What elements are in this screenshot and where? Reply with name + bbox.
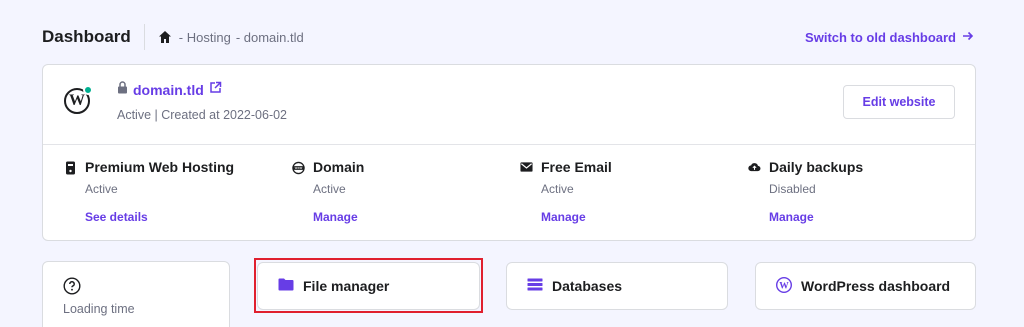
manage-backups-link[interactable]: Manage (769, 210, 814, 224)
loading-time-card: Loading time (42, 261, 230, 327)
breadcrumb: - Hosting - domain.tld (158, 30, 304, 45)
service-title: Domain (313, 159, 365, 175)
service-status: Active (541, 182, 574, 196)
breadcrumb-domain[interactable]: - domain.tld (236, 30, 304, 45)
service-title: Free Email (541, 159, 612, 175)
page-title: Dashboard (42, 27, 131, 46)
cloud-upload-icon (748, 161, 761, 174)
database-icon (527, 278, 543, 294)
switch-link-label: Switch to old dashboard (805, 30, 956, 45)
wordpress-dashboard-tile[interactable]: W WordPress dashboard (755, 262, 976, 310)
site-row: W domain.tld Active | Created at 2022-06… (43, 65, 975, 145)
online-status-dot (83, 85, 93, 95)
manage-email-link[interactable]: Manage (541, 210, 586, 224)
lock-icon (117, 81, 128, 99)
wordpress-icon: W (775, 276, 793, 296)
service-status: Active (313, 182, 346, 196)
see-details-link[interactable]: See details (85, 210, 148, 224)
service-domain: www Domain Active Manage (292, 159, 512, 239)
service-title: Premium Web Hosting (85, 159, 235, 175)
server-icon (64, 161, 77, 174)
wordpress-dashboard-label: WordPress dashboard (801, 278, 951, 294)
file-manager-highlight-box (254, 258, 483, 313)
services-row: Premium Web Hosting Active See details w… (43, 145, 975, 241)
service-title: Daily backups (769, 159, 864, 175)
service-status: Disabled (769, 182, 816, 196)
service-head: Premium Web Hosting (64, 159, 284, 175)
databases-label: Databases (552, 278, 623, 294)
help-icon[interactable] (63, 277, 81, 295)
service-head: Daily backups (748, 159, 968, 175)
website-card: W domain.tld Active | Created at 2022-06… (42, 64, 976, 241)
page-header: Dashboard - Hosting - domain.tld Switch … (42, 20, 974, 54)
site-meta: Active | Created at 2022-06-02 (117, 108, 288, 122)
service-free-email: Free Email Active Manage (520, 159, 740, 239)
svg-text:W: W (779, 281, 789, 291)
home-icon[interactable] (158, 30, 172, 44)
breadcrumb-hosting[interactable]: - Hosting (179, 30, 231, 45)
manage-domain-link[interactable]: Manage (313, 210, 358, 224)
site-name-row: domain.tld (117, 81, 222, 99)
mail-icon (520, 161, 533, 174)
external-link-icon[interactable] (209, 81, 222, 99)
header-divider (143, 24, 145, 50)
switch-old-dashboard-link[interactable]: Switch to old dashboard (805, 30, 974, 45)
edit-website-button[interactable]: Edit website (843, 85, 955, 119)
service-premium-web-hosting: Premium Web Hosting Active See details (64, 159, 284, 239)
service-head: www Domain (292, 159, 512, 175)
loading-time-label: Loading time (63, 302, 135, 316)
service-status: Active (85, 182, 118, 196)
service-head: Free Email (520, 159, 740, 175)
svg-text:www: www (295, 166, 303, 170)
databases-tile[interactable]: Databases (506, 262, 728, 310)
site-domain-link[interactable]: domain.tld (133, 82, 204, 98)
arrow-right-icon (962, 30, 974, 45)
www-icon: www (292, 161, 305, 174)
service-daily-backups: Daily backups Disabled Manage (748, 159, 968, 239)
